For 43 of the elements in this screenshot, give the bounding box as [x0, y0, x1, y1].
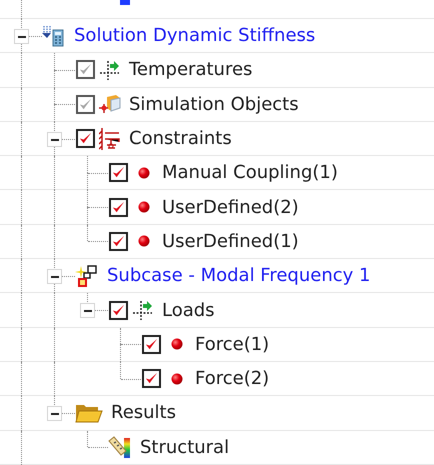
checkbox[interactable]	[142, 369, 161, 388]
checkbox[interactable]	[109, 163, 128, 182]
tree-node-label[interactable]: Force(1)	[195, 334, 270, 355]
calculator-icon	[42, 24, 66, 48]
collapse-button[interactable]	[80, 303, 95, 318]
tree-node-label[interactable]: Results	[111, 402, 176, 424]
crosshair-arrow-icon	[99, 58, 121, 81]
status-dot-icon	[138, 166, 150, 179]
tree-node-label[interactable]: UserDefined(1)	[162, 230, 299, 252]
checkmark-icon	[111, 234, 126, 249]
checkbox[interactable]	[109, 232, 128, 251]
tree-node-label[interactable]: Manual Coupling(1)	[162, 162, 338, 184]
tree-node-label[interactable]: Loads	[162, 300, 215, 321]
checkmark-icon	[111, 200, 126, 215]
tree-node-label[interactable]: Structural	[140, 436, 230, 458]
collapse-button[interactable]	[47, 268, 62, 284]
crosshair-arrow-icon	[132, 299, 154, 322]
checkbox[interactable]	[76, 129, 95, 148]
tree-node-label[interactable]: Solution Dynamic Stiffness	[74, 25, 316, 46]
tree-node-label[interactable]: Constraints	[129, 128, 232, 150]
constraint-icon	[99, 126, 121, 151]
tree-node-label[interactable]: Simulation Objects	[129, 94, 299, 115]
status-dot-icon	[138, 235, 150, 248]
tree-node-label[interactable]: Subcase - Modal Frequency 1	[107, 265, 370, 286]
subcase-icon	[75, 264, 99, 288]
partial-icon	[120, 0, 130, 5]
checkbox[interactable]	[142, 334, 161, 354]
status-dot-icon	[171, 372, 183, 385]
status-dot-icon	[138, 201, 150, 214]
tree-node-label[interactable]: UserDefined(2)	[162, 196, 299, 218]
collapse-button[interactable]	[47, 406, 62, 421]
ruler-gradient-icon	[108, 435, 132, 460]
tree-node-label[interactable]: Temperatures	[129, 59, 252, 80]
collapse-button[interactable]	[14, 28, 29, 44]
checkbox[interactable]	[109, 198, 128, 217]
checkmark-icon	[144, 336, 159, 352]
cube-icon	[99, 93, 121, 116]
status-dot-icon	[171, 338, 183, 350]
checkbox[interactable]	[109, 300, 128, 320]
checkmark-icon	[78, 96, 93, 112]
collapse-button[interactable]	[47, 132, 62, 147]
checkmark-icon	[111, 302, 126, 318]
tree-node-label[interactable]: Force(2)	[195, 368, 270, 390]
